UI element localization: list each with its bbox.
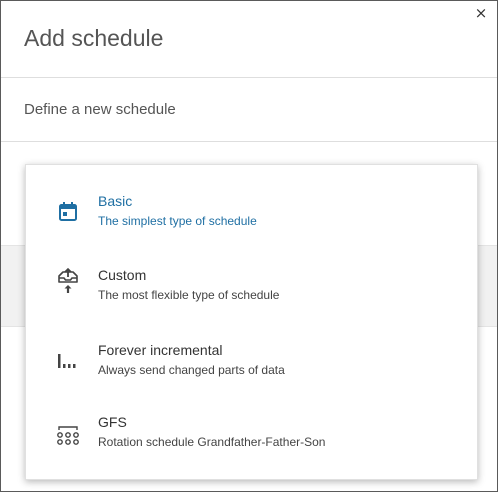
menu-item-label: Custom [98,267,147,283]
menu-item-description: The simplest type of schedule [98,214,257,228]
menu-item-custom[interactable]: Custom The most flexible type of schedul… [26,239,477,313]
upload-tray-icon [54,267,82,295]
menu-item-label: Basic [98,193,133,209]
dialog-header: Add schedule [1,1,497,78]
hierarchy-icon [54,421,82,449]
menu-item-basic[interactable]: Basic The simplest type of schedule [26,165,477,239]
dialog-title: Add schedule [24,25,164,51]
add-schedule-dialog: Add schedule × Define a new schedule Bas… [0,0,498,492]
calendar-icon [54,198,82,226]
menu-item-description: Always send changed parts of data [98,363,285,377]
schedule-type-menu: Basic The simplest type of schedule Cust… [25,164,478,480]
menu-item-forever-incremental[interactable]: Forever incremental Always send changed … [26,314,477,388]
incremental-bars-icon [54,346,82,374]
menu-item-label: GFS [98,414,127,430]
menu-item-description: Rotation schedule Grandfather-Father-Son [98,435,326,449]
menu-item-gfs[interactable]: GFS Rotation schedule Grandfather-Father… [26,388,477,462]
menu-item-description: The most flexible type of schedule [98,288,280,302]
dialog-subheader: Define a new schedule [1,78,497,142]
dialog-subtitle: Define a new schedule [24,101,176,118]
close-icon: × [474,4,488,22]
close-button[interactable]: × [473,5,489,21]
menu-item-label: Forever incremental [98,342,223,358]
